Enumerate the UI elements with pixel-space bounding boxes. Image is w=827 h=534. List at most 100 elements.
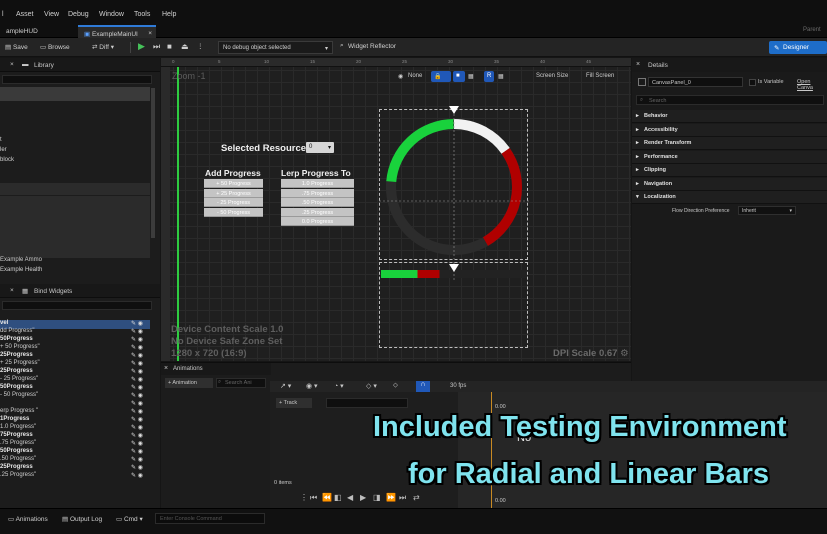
transform-icon[interactable]: ↗ ▾ — [280, 382, 291, 390]
visibility-eye-icon[interactable]: ✎ ◉ — [131, 360, 143, 367]
add-track-button[interactable]: + Track — [276, 398, 312, 408]
menu-file-partial[interactable]: l — [2, 11, 4, 18]
tab-example-main-ui[interactable]: ▣ ExampleMainUI × — [78, 25, 156, 38]
hierarchy-item[interactable]: - 50 Progress" — [0, 392, 38, 398]
progress-button[interactable]: - 25 Progress — [204, 198, 263, 207]
visibility-eye-icon[interactable]: ✎ ◉ — [131, 432, 143, 439]
radial-pivot-marker[interactable] — [449, 106, 459, 114]
loop-icon[interactable]: ⇄ — [413, 493, 420, 502]
close-icon[interactable]: × — [164, 365, 168, 372]
library-category-header[interactable] — [0, 183, 150, 195]
save-button[interactable]: ▤ Save — [5, 43, 28, 51]
hierarchy-item[interactable]: 25Progress — [0, 352, 33, 358]
step-back-icon[interactable]: ◧ — [334, 493, 342, 502]
next-key-icon[interactable]: ⏩ — [386, 493, 396, 502]
browse-button[interactable]: ▭ Browse — [40, 43, 70, 51]
fps-dropdown[interactable]: 30 fps — [450, 383, 466, 389]
details-section-clipping[interactable]: ▸ Clipping — [632, 164, 827, 177]
library-search-input[interactable] — [2, 75, 152, 84]
visibility-eye-icon[interactable]: ✎ ◉ — [131, 456, 143, 463]
visibility-eye-icon[interactable]: ✎ ◉ — [131, 368, 143, 375]
hierarchy-item[interactable]: 1Progress — [0, 416, 29, 422]
hierarchy-item[interactable]: + 25 Progress" — [0, 360, 40, 366]
library-category-header[interactable] — [0, 196, 150, 258]
details-section-accessibility[interactable]: ▸ Accessibility — [632, 123, 827, 137]
progress-button[interactable]: 1.0 Progress — [281, 179, 354, 188]
sequencer-options-icon[interactable]: ⋮ — [300, 493, 308, 502]
menu-view[interactable]: View — [44, 11, 59, 18]
snap-icon[interactable]: ◇ ▾ — [366, 382, 377, 390]
visibility-eye-icon[interactable]: ✎ ◉ — [131, 392, 143, 399]
add-animation-button[interactable]: + Animation — [165, 378, 213, 388]
library-scrollbar[interactable] — [151, 88, 155, 238]
hierarchy-item[interactable]: 1.0 Progress" — [0, 424, 36, 430]
hierarchy-item[interactable]: vel — [0, 320, 8, 326]
visibility-eye-icon[interactable]: ✎ ◉ — [131, 344, 143, 351]
tab-example-hud[interactable]: ampleHUD — [0, 25, 75, 38]
visibility-eye-icon[interactable]: ✎ ◉ — [131, 400, 143, 407]
progress-button[interactable]: .50 Progress — [281, 198, 354, 207]
hierarchy-item[interactable]: 25Progress — [0, 368, 33, 374]
animation-search-input[interactable]: ⌕ Search Ani — [216, 378, 266, 388]
progress-button[interactable]: + 25 Progress — [204, 188, 263, 198]
key-icon[interactable]: ◔ ▾ — [334, 382, 344, 390]
close-icon[interactable]: × — [10, 287, 14, 294]
track-search-input[interactable] — [326, 398, 408, 408]
step-icon[interactable]: ⏭ — [153, 42, 160, 52]
visibility-eye-icon[interactable]: ✎ ◉ — [131, 328, 143, 335]
open-canvas-link[interactable]: Open Canva — [797, 79, 827, 91]
move-icon[interactable]: ⬦ — [393, 382, 398, 390]
menu-debug[interactable]: Debug — [68, 11, 89, 18]
hierarchy-item[interactable]: 50Progress — [0, 448, 33, 454]
menu-help[interactable]: Help — [162, 11, 176, 18]
play-icon[interactable]: ▶ — [360, 493, 366, 502]
bind-widgets-tab[interactable]: Bind Widgets — [34, 288, 72, 295]
menu-tools[interactable]: Tools — [134, 11, 150, 18]
details-section-render-transform[interactable]: ▸ Render Transform — [632, 137, 827, 150]
details-section-navigation[interactable]: ▸ Navigation — [632, 177, 827, 191]
play-icon[interactable]: ▶ — [138, 41, 145, 52]
console-command-input[interactable]: Enter Console Command — [155, 513, 265, 524]
close-icon[interactable]: × — [10, 61, 14, 68]
eject-icon[interactable]: ⏏ — [181, 42, 189, 51]
animations-tab[interactable]: Animations — [173, 366, 203, 372]
hierarchy-item[interactable]: 75Progress — [0, 432, 33, 438]
hierarchy-item[interactable]: 50Progress — [0, 384, 33, 390]
preview-language-dropdown[interactable]: None — [405, 71, 425, 82]
hierarchy-item[interactable]: .75 Progress" — [0, 440, 36, 446]
list-item[interactable]: block — [0, 157, 14, 163]
visibility-eye-icon[interactable]: ✎ ◉ — [131, 320, 143, 327]
visibility-eye-icon[interactable]: ✎ ◉ — [131, 352, 143, 359]
hierarchy-item[interactable]: 25Progress — [0, 464, 33, 470]
stop-icon[interactable]: ■ — [167, 42, 172, 51]
more-icon[interactable]: ⋮ — [197, 42, 204, 50]
hierarchy-item[interactable]: dd Progress" — [0, 328, 34, 334]
output-log-button[interactable]: ▤ Output Log — [62, 515, 102, 523]
hierarchy-item[interactable]: - 25 Progress" — [0, 376, 38, 382]
visibility-eye-icon[interactable]: ✎ ◉ — [131, 376, 143, 383]
respect-locks-toggle[interactable]: ■ — [453, 71, 465, 82]
list-item[interactable]: t — [0, 137, 2, 143]
grid-snap-icon[interactable]: ▦ — [465, 71, 477, 82]
magnet-toggle[interactable]: ∩ — [416, 381, 430, 392]
animations-drawer-button[interactable]: ▭ Animations — [8, 515, 48, 523]
menu-asset[interactable]: Asset — [16, 11, 34, 18]
diff-button[interactable]: ⇄ Diff ▾ — [92, 43, 114, 51]
visibility-eye-icon[interactable]: ✎ ◉ — [131, 440, 143, 447]
visibility-eye-icon[interactable]: ✎ ◉ — [131, 472, 143, 479]
selected-resource-dropdown[interactable]: 0 ▾ — [306, 142, 334, 153]
gear-icon[interactable]: ⚙ — [620, 348, 629, 359]
fill-screen-dropdown[interactable]: Fill Screen — [583, 71, 617, 82]
widget-reflector-button[interactable]: Widget Reflector — [348, 43, 396, 50]
rotation-snap-toggle[interactable]: R — [484, 71, 494, 82]
details-section-behavior[interactable]: ▸ Behavior — [632, 110, 827, 123]
list-item[interactable]: ler — [0, 147, 7, 153]
library-category-selected[interactable] — [0, 87, 150, 101]
details-section-localization[interactable]: ▾ Localization — [632, 191, 827, 204]
progress-button[interactable]: .75 Progress — [281, 188, 354, 198]
debug-object-dropdown[interactable]: No debug object selected ▾ — [218, 41, 333, 54]
snap-step-icon[interactable]: ▦ — [495, 71, 507, 82]
details-section-performance[interactable]: ▸ Performance — [632, 150, 827, 164]
details-tab[interactable]: Details — [648, 62, 668, 69]
step-forward-icon[interactable]: ◨ — [373, 493, 381, 502]
